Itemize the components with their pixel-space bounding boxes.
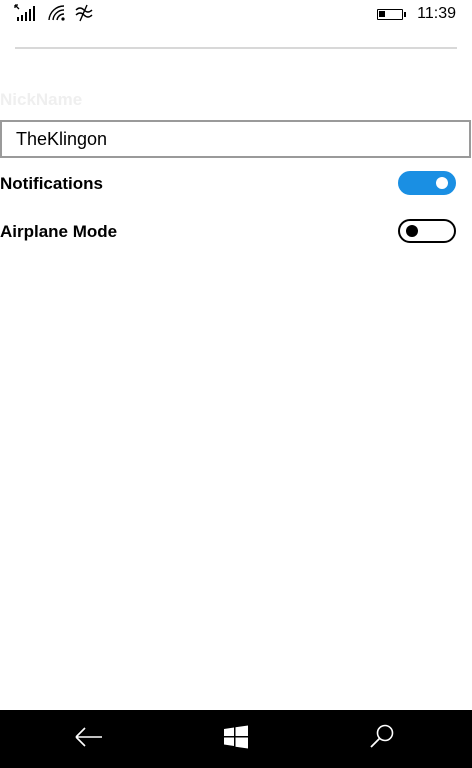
airplane-mode-label: Airplane Mode xyxy=(0,222,118,241)
battery-icon xyxy=(377,9,406,20)
header-divider xyxy=(15,47,457,49)
back-icon xyxy=(74,726,104,752)
navigation-bar xyxy=(0,710,472,768)
nickname-label: NickName xyxy=(0,90,83,109)
airplane-mode-toggle[interactable] xyxy=(398,219,456,243)
search-icon xyxy=(368,723,396,756)
notifications-label: Notifications xyxy=(0,174,103,193)
toggle-knob xyxy=(436,177,448,189)
search-button[interactable] xyxy=(367,724,397,754)
status-time: 11:39 xyxy=(417,5,456,22)
nickname-input[interactable] xyxy=(0,120,471,158)
data-sense-icon xyxy=(74,4,94,27)
start-button[interactable] xyxy=(221,724,251,754)
toggle-knob xyxy=(406,225,418,237)
back-button[interactable] xyxy=(74,724,104,754)
windows-start-icon xyxy=(223,725,249,754)
status-bar: 11:39 xyxy=(0,0,472,30)
notifications-toggle[interactable] xyxy=(398,171,456,195)
signal-icon xyxy=(14,4,38,27)
wifi-icon xyxy=(47,4,69,27)
